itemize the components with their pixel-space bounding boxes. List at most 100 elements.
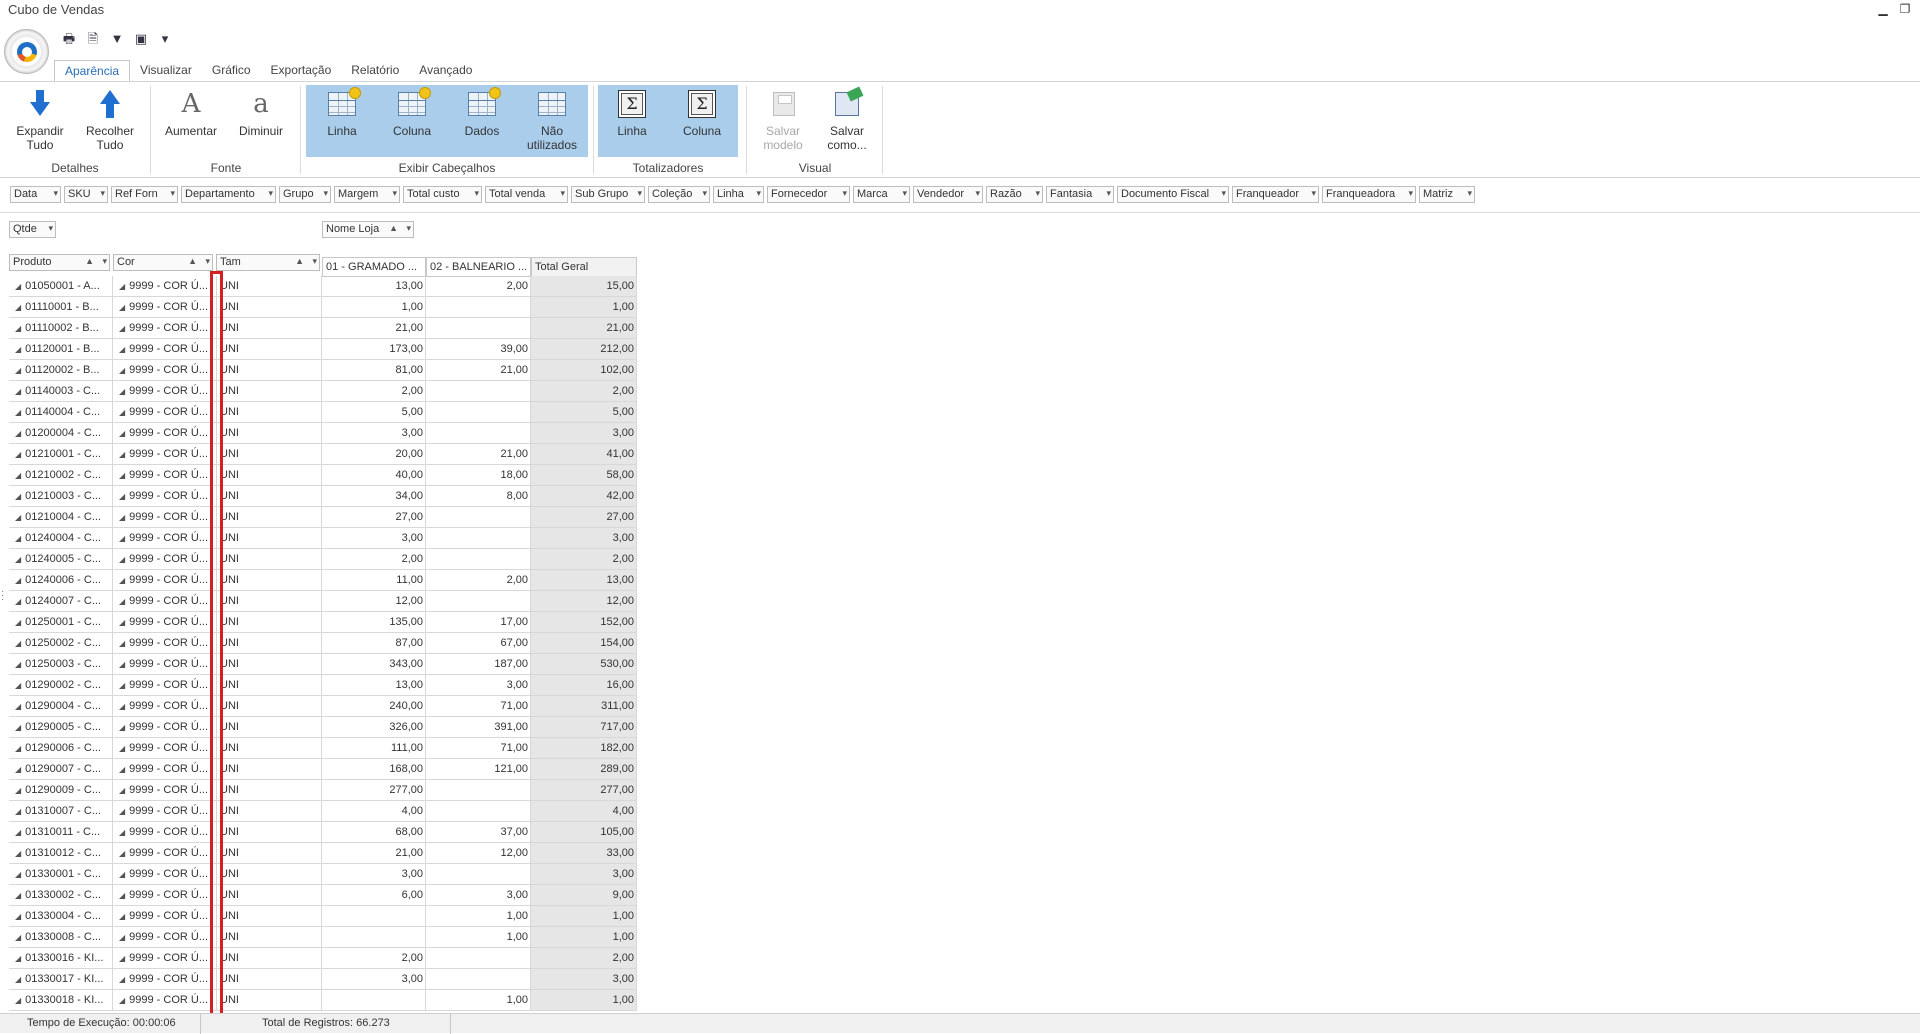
filter-field-total-venda[interactable]: Total venda ▾ bbox=[485, 186, 568, 203]
collapse-triangle-icon[interactable]: ◢ bbox=[119, 807, 125, 816]
row-field-tam[interactable]: Tam ▲ ▾ bbox=[216, 254, 320, 271]
color-cell[interactable]: ◢ 9999 - COR Ú... bbox=[113, 696, 217, 717]
product-cell[interactable]: ◢ 01240006 - C... bbox=[9, 570, 113, 591]
customize-qat-icon[interactable]: ▾ bbox=[156, 30, 174, 48]
filter-field-sub-grupo[interactable]: Sub Grupo ▾ bbox=[571, 186, 645, 203]
minimize-button[interactable]: ▁ bbox=[1875, 1, 1891, 17]
product-cell[interactable]: ◢ 01140003 - C... bbox=[9, 381, 113, 402]
filter-field-grupo[interactable]: Grupo ▾ bbox=[279, 186, 331, 203]
collapse-triangle-icon[interactable]: ◢ bbox=[119, 492, 125, 501]
collapse-triangle-icon[interactable]: ◢ bbox=[15, 576, 21, 585]
table-row[interactable]: ◢ 01310012 - C... ◢ 9999 - COR Ú... UNI 21,00… bbox=[9, 843, 637, 864]
collapse-triangle-icon[interactable]: ◢ bbox=[15, 828, 21, 837]
collapse-triangle-icon[interactable]: ◢ bbox=[119, 975, 125, 984]
row-field-produto[interactable]: Produto ▲ ▾ bbox=[9, 254, 110, 271]
color-cell[interactable]: ◢ 9999 - COR Ú... bbox=[113, 843, 217, 864]
filter-field-data[interactable]: Data ▾ bbox=[10, 186, 61, 203]
decrease-font-button[interactable]: a Diminuir bbox=[230, 86, 292, 156]
collapse-triangle-icon[interactable]: ◢ bbox=[15, 345, 21, 354]
row-field-cor[interactable]: Cor ▲ ▾ bbox=[113, 254, 213, 271]
collapse-triangle-icon[interactable]: ◢ bbox=[15, 387, 21, 396]
product-cell[interactable]: ◢ 01330017 - KI... bbox=[9, 969, 113, 990]
product-cell[interactable]: ◢ 01250001 - C... bbox=[9, 612, 113, 633]
color-cell[interactable]: ◢ 9999 - COR Ú... bbox=[113, 948, 217, 969]
collapse-triangle-icon[interactable]: ◢ bbox=[15, 450, 21, 459]
table-row[interactable]: ◢ 01330018 - KI... ◢ 9999 - COR Ú... UNI 1,00… bbox=[9, 990, 637, 1011]
collapse-triangle-icon[interactable]: ◢ bbox=[119, 366, 125, 375]
table-row[interactable]: ◢ 01120001 - B... ◢ 9999 - COR Ú... UNI 173,0… bbox=[9, 339, 637, 360]
color-cell[interactable]: ◢ 9999 - COR Ú... bbox=[113, 444, 217, 465]
filter-field-matriz[interactable]: Matriz ▾ bbox=[1419, 186, 1475, 203]
table-row[interactable]: ◢ 01250001 - C... ◢ 9999 - COR Ú... UNI 135,0… bbox=[9, 612, 637, 633]
product-cell[interactable]: ◢ 01330016 - KI... bbox=[9, 948, 113, 969]
save-as-button[interactable]: Salvar como... bbox=[817, 86, 877, 156]
color-cell[interactable]: ◢ 9999 - COR Ú... bbox=[113, 738, 217, 759]
collapse-triangle-icon[interactable]: ◢ bbox=[119, 345, 125, 354]
collapse-triangle-icon[interactable]: ◢ bbox=[15, 324, 21, 333]
product-cell[interactable]: ◢ 01120002 - B... bbox=[9, 360, 113, 381]
color-cell[interactable]: ◢ 9999 - COR Ú... bbox=[113, 339, 217, 360]
collapse-triangle-icon[interactable]: ◢ bbox=[15, 849, 21, 858]
collapse-triangle-icon[interactable]: ◢ bbox=[15, 660, 21, 669]
column-header[interactable]: 02 - BALNEARIO ... bbox=[426, 257, 531, 277]
product-cell[interactable]: ◢ 01310007 - C... bbox=[9, 801, 113, 822]
collapse-triangle-icon[interactable]: ◢ bbox=[15, 534, 21, 543]
collapse-triangle-icon[interactable]: ◢ bbox=[119, 429, 125, 438]
collapse-triangle-icon[interactable]: ◢ bbox=[15, 702, 21, 711]
table-row[interactable]: ◢ 01110002 - B... ◢ 9999 - COR Ú... UNI 21,00… bbox=[9, 318, 637, 339]
color-cell[interactable]: ◢ 9999 - COR Ú... bbox=[113, 507, 217, 528]
table-row[interactable]: ◢ 01330017 - KI... ◢ 9999 - COR Ú... UNI 3,00… bbox=[9, 969, 637, 990]
filter-field-sku[interactable]: SKU ▾ bbox=[64, 186, 108, 203]
collapse-triangle-icon[interactable]: ◢ bbox=[119, 744, 125, 753]
filter-field-fornecedor[interactable]: Fornecedor ▾ bbox=[767, 186, 850, 203]
row-totals-button[interactable]: Σ Linha bbox=[602, 86, 662, 156]
product-cell[interactable]: ◢ 01050001 - A... bbox=[9, 276, 113, 297]
color-cell[interactable]: ◢ 9999 - COR Ú... bbox=[113, 969, 217, 990]
table-row[interactable]: ◢ 01240004 - C... ◢ 9999 - COR Ú... UNI 3,00 3… bbox=[9, 528, 637, 549]
color-cell[interactable]: ◢ 9999 - COR Ú... bbox=[113, 423, 217, 444]
product-cell[interactable]: ◢ 01290009 - C... bbox=[9, 780, 113, 801]
collapse-triangle-icon[interactable]: ◢ bbox=[15, 954, 21, 963]
collapse-triangle-icon[interactable]: ◢ bbox=[119, 996, 125, 1005]
color-cell[interactable]: ◢ 9999 - COR Ú... bbox=[113, 381, 217, 402]
collapse-triangle-icon[interactable]: ◢ bbox=[15, 870, 21, 879]
color-cell[interactable]: ◢ 9999 - COR Ú... bbox=[113, 528, 217, 549]
collapse-triangle-icon[interactable]: ◢ bbox=[15, 555, 21, 564]
table-row[interactable]: ◢ 01240007 - C... ◢ 9999 - COR Ú... UNI 12,00… bbox=[9, 591, 637, 612]
column-field-nome-loja[interactable]: Nome Loja ▲ ▾ bbox=[322, 221, 414, 238]
filter-field-total-custo[interactable]: Total custo ▾ bbox=[403, 186, 482, 203]
filter-field-linha[interactable]: Linha ▾ bbox=[713, 186, 764, 203]
table-row[interactable]: ◢ 01310011 - C... ◢ 9999 - COR Ú... UNI 68,00… bbox=[9, 822, 637, 843]
color-cell[interactable]: ◢ 9999 - COR Ú... bbox=[113, 906, 217, 927]
product-cell[interactable]: ◢ 01290007 - C... bbox=[9, 759, 113, 780]
filter-field-vendedor[interactable]: Vendedor ▾ bbox=[913, 186, 983, 203]
expand-all-button[interactable]: Expandir Tudo bbox=[10, 86, 70, 156]
tab-visualizar[interactable]: Visualizar bbox=[130, 60, 202, 82]
collapse-triangle-icon[interactable]: ◢ bbox=[119, 849, 125, 858]
product-cell[interactable]: ◢ 01110001 - B... bbox=[9, 297, 113, 318]
product-cell[interactable]: ◢ 01330001 - C... bbox=[9, 864, 113, 885]
color-cell[interactable]: ◢ 9999 - COR Ú... bbox=[113, 276, 217, 297]
collapse-triangle-icon[interactable]: ◢ bbox=[15, 408, 21, 417]
filter-icon[interactable]: ▼ bbox=[108, 30, 126, 48]
color-cell[interactable]: ◢ 9999 - COR Ú... bbox=[113, 612, 217, 633]
product-cell[interactable]: ◢ 01310011 - C... bbox=[9, 822, 113, 843]
collapse-triangle-icon[interactable]: ◢ bbox=[15, 471, 21, 480]
collapse-triangle-icon[interactable]: ◢ bbox=[119, 702, 125, 711]
filter-field-margem[interactable]: Margem ▾ bbox=[334, 186, 400, 203]
table-row[interactable]: ◢ 01330016 - KI... ◢ 9999 - COR Ú... UNI 2,00… bbox=[9, 948, 637, 969]
product-cell[interactable]: ◢ 01110002 - B... bbox=[9, 318, 113, 339]
show-row-header-button[interactable]: Linha bbox=[312, 86, 372, 156]
collapse-triangle-icon[interactable]: ◢ bbox=[15, 282, 21, 291]
color-cell[interactable]: ◢ 9999 - COR Ú... bbox=[113, 633, 217, 654]
color-cell[interactable]: ◢ 9999 - COR Ú... bbox=[113, 465, 217, 486]
collapse-triangle-icon[interactable]: ◢ bbox=[15, 429, 21, 438]
table-row[interactable]: ◢ 01330001 - C... ◢ 9999 - COR Ú... UNI 3,00 3… bbox=[9, 864, 637, 885]
tab-aparência[interactable]: Aparência bbox=[54, 60, 131, 82]
product-cell[interactable]: ◢ 01250003 - C... bbox=[9, 654, 113, 675]
product-cell[interactable]: ◢ 01210002 - C... bbox=[9, 465, 113, 486]
app-menu-button[interactable] bbox=[4, 29, 49, 74]
table-row[interactable]: ◢ 01140003 - C... ◢ 9999 - COR Ú... UNI 2,00 2… bbox=[9, 381, 637, 402]
color-cell[interactable]: ◢ 9999 - COR Ú... bbox=[113, 570, 217, 591]
collapse-triangle-icon[interactable]: ◢ bbox=[15, 786, 21, 795]
